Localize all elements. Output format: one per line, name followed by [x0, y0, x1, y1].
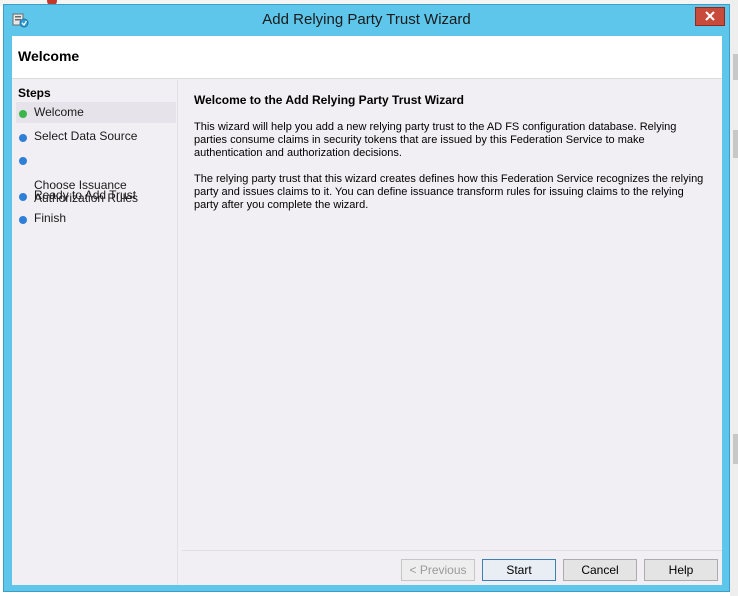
background-window-edge: [730, 0, 738, 596]
wizard-client-area: Welcome Steps Welcome Select Data Source…: [12, 36, 722, 585]
page-title: Welcome: [18, 48, 80, 64]
step-status-dot: [19, 157, 27, 165]
step-finish[interactable]: Finish: [16, 210, 176, 228]
step-status-dot: [19, 110, 27, 118]
step-welcome[interactable]: Welcome: [16, 102, 176, 123]
step-select-data-source[interactable]: Select Data Source: [16, 128, 176, 146]
intro-paragraph: This wizard will help you add a new rely…: [194, 121, 677, 159]
content-heading: Welcome to the Add Relying Party Trust W…: [194, 93, 464, 107]
background-edge-mark: [733, 130, 738, 158]
background-edge-mark: [733, 434, 738, 464]
step-ready-to-add-trust[interactable]: Ready to Add Trust: [16, 187, 176, 205]
wizard-dialog: Add Relying Party Trust Wizard Welcome S…: [3, 4, 730, 592]
close-icon: [704, 8, 716, 26]
start-button[interactable]: Start: [482, 559, 556, 581]
step-label: Select Data Source: [34, 129, 138, 143]
title-bar[interactable]: Add Relying Party Trust Wizard: [4, 5, 729, 36]
step-status-dot: [19, 193, 27, 201]
background-edge-mark: [733, 54, 738, 80]
help-button[interactable]: Help: [644, 559, 718, 581]
content-pane: Welcome to the Add Relying Party Trust W…: [182, 80, 722, 550]
window-title: Add Relying Party Trust Wizard: [262, 11, 471, 28]
button-bar: < Previous Start Cancel Help: [182, 550, 722, 585]
step-label: Finish: [34, 211, 67, 225]
steps-pane: Steps Welcome Select Data Source Choose …: [12, 80, 178, 585]
close-button[interactable]: [695, 7, 725, 26]
cancel-button[interactable]: Cancel: [563, 559, 637, 581]
step-status-dot: [19, 216, 27, 224]
step-choose-issuance-authorization-rules[interactable]: Choose Issuance Authorization Rules: [16, 151, 176, 205]
details-paragraph: The relying party trust that this wizard…: [194, 173, 704, 211]
step-label: Welcome: [34, 105, 84, 119]
wizard-header: Welcome: [12, 36, 722, 79]
step-status-dot: [19, 134, 27, 142]
step-label: Ready to Add Trust: [34, 188, 137, 202]
previous-button[interactable]: < Previous: [401, 559, 475, 581]
steps-title: Steps: [18, 86, 51, 100]
